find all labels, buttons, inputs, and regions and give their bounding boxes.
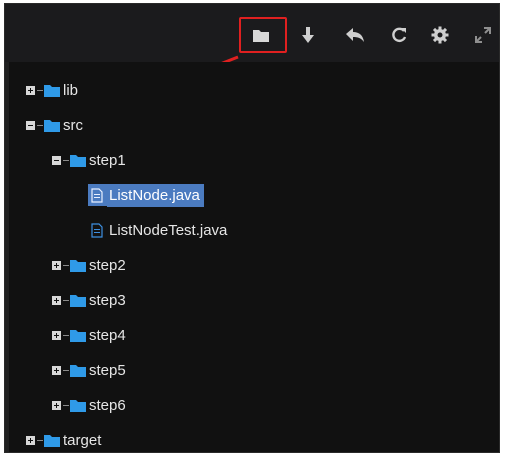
tree-item-label: step4 [89,326,126,344]
tree-item-label: step5 [89,361,126,379]
download-button[interactable] [298,25,318,45]
folder-icon [44,434,60,447]
undo-icon [346,28,364,42]
download-icon [302,27,314,43]
tree-item-listnodetest-java[interactable]: ListNodeTest.java [91,217,227,243]
tree-item-step3[interactable]: step3 [51,287,126,313]
plus-icon [51,295,61,305]
tree-item-target[interactable]: target [25,427,102,452]
plus-icon [25,85,35,95]
tree-connector [63,334,69,336]
minus-icon [51,155,61,165]
folder-icon [70,259,86,272]
tree-item-step5[interactable]: step5 [51,357,126,383]
tree-item-label: step1 [89,151,126,169]
expand-toggle[interactable] [25,85,35,95]
tree-item-label: lib [63,81,79,99]
collapse-toggle[interactable] [51,155,61,165]
minus-icon [25,120,35,130]
tree-item-label: step2 [89,256,126,274]
folder-icon [44,119,60,132]
folder-icon [70,399,86,412]
toolbar [5,4,499,62]
plus-icon [51,400,61,410]
gear-icon [431,26,449,44]
expand-button[interactable] [473,25,493,45]
expand-toggle[interactable] [51,400,61,410]
expand-toggle[interactable] [25,435,35,445]
tree-connector [37,124,43,126]
folder-icon [70,154,86,167]
folder-icon [70,364,86,377]
tree-connector [63,299,69,301]
tree-connector [37,89,43,91]
tree-item-label: src [63,116,83,134]
plus-icon [25,435,35,445]
refresh-button[interactable] [389,25,409,45]
tree-connector [63,159,69,161]
java-file-icon [91,222,105,238]
tree-item-label: step6 [89,396,126,414]
expand-toggle[interactable] [51,260,61,270]
tree-connector [37,439,43,441]
tree-item-src[interactable]: src [25,112,83,138]
tree-item-label: target [63,431,102,449]
tree-item-label: ListNodeTest.java [109,221,228,239]
file-tree: lib src step1 ListNode.java ListNodeTest… [5,62,499,452]
plus-icon [51,330,61,340]
folder-icon [70,294,86,307]
plus-icon [51,260,61,270]
file-explorer-panel: lib src step1 ListNode.java ListNodeTest… [4,3,500,453]
folder-icon [70,329,86,342]
tree-item-step2[interactable]: step2 [51,252,126,278]
expand-icon [475,27,491,43]
settings-button[interactable] [430,25,450,45]
tree-item-label: step3 [89,291,126,309]
tree-item-label: ListNode.java [107,183,204,207]
expand-toggle[interactable] [51,295,61,305]
highlight-box [239,17,287,53]
tree-scroll-edge[interactable] [5,62,9,452]
tree-item-step6[interactable]: step6 [51,392,126,418]
refresh-icon [392,27,407,43]
expand-toggle[interactable] [51,330,61,340]
tree-item-lib[interactable]: lib [25,77,78,103]
tree-item-step1[interactable]: step1 [51,147,126,173]
tree-item-step4[interactable]: step4 [51,322,126,348]
plus-icon [51,365,61,375]
tree-connector [63,264,69,266]
tree-connector [63,404,69,406]
tree-item-listnode-java[interactable]: ListNode.java [88,182,204,208]
undo-button[interactable] [345,25,365,45]
java-file-icon [88,184,107,206]
expand-toggle[interactable] [51,365,61,375]
folder-icon [44,84,60,97]
tree-connector [63,369,69,371]
collapse-toggle[interactable] [25,120,35,130]
